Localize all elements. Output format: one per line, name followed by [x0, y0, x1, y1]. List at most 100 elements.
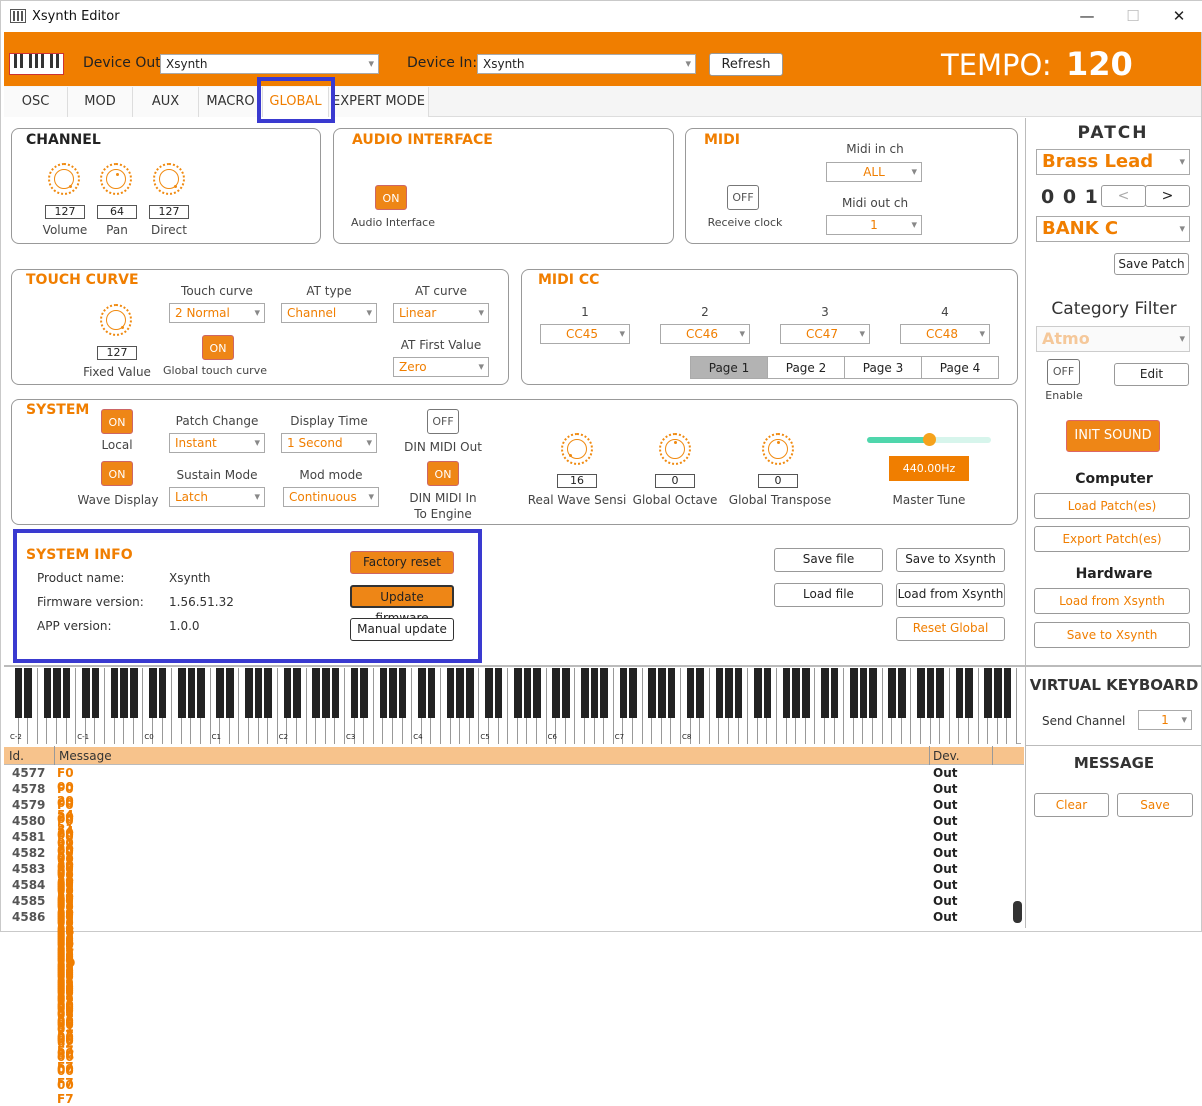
black-key[interactable]: [869, 668, 877, 718]
cc-4-select[interactable]: CC48: [900, 324, 990, 344]
tab-osc[interactable]: OSC: [4, 87, 68, 117]
save-messages-button[interactable]: Save: [1117, 793, 1193, 817]
black-key[interactable]: [888, 668, 897, 718]
black-key[interactable]: [264, 668, 273, 718]
direct-knob[interactable]: [153, 163, 185, 195]
black-key[interactable]: [725, 668, 733, 718]
load-patches-button[interactable]: Load Patch(es): [1034, 493, 1190, 519]
save-patch-button[interactable]: Save Patch: [1114, 253, 1189, 275]
black-key[interactable]: [91, 668, 100, 718]
din-midi-out-toggle[interactable]: OFF: [427, 409, 459, 434]
black-key[interactable]: [293, 668, 301, 718]
black-key[interactable]: [552, 668, 561, 718]
black-key[interactable]: [494, 668, 503, 718]
black-key[interactable]: [187, 668, 196, 718]
factory-reset-button[interactable]: Factory reset: [350, 551, 454, 574]
black-key[interactable]: [984, 668, 993, 718]
send-channel-select[interactable]: 1: [1138, 710, 1192, 730]
display-time-select[interactable]: 1 Second: [281, 433, 377, 453]
black-key[interactable]: [120, 668, 129, 718]
page-3-button[interactable]: Page 3: [844, 356, 922, 379]
black-key[interactable]: [657, 668, 666, 718]
black-key[interactable]: [53, 668, 61, 718]
receive-clock-toggle[interactable]: OFF: [727, 185, 759, 210]
din-midi-in-toggle[interactable]: ON: [427, 461, 459, 486]
black-key[interactable]: [600, 668, 609, 718]
pan-value[interactable]: 64: [97, 205, 137, 219]
black-key[interactable]: [859, 668, 868, 718]
export-patches-button[interactable]: Export Patch(es): [1034, 526, 1190, 552]
at-type-select[interactable]: Channel: [281, 303, 377, 323]
prev-patch-button[interactable]: <: [1101, 185, 1146, 207]
next-patch-button[interactable]: >: [1145, 185, 1190, 207]
black-key[interactable]: [398, 668, 407, 718]
patch-change-select[interactable]: Instant: [169, 433, 265, 453]
black-key[interactable]: [561, 668, 570, 718]
global-octave-value[interactable]: 0: [655, 474, 695, 488]
black-key[interactable]: [456, 668, 465, 718]
black-key[interactable]: [379, 668, 388, 718]
black-key[interactable]: [360, 668, 369, 718]
black-key[interactable]: [993, 668, 1002, 718]
wave-display-toggle[interactable]: ON: [101, 461, 133, 486]
fixed-value-knob[interactable]: [100, 304, 132, 336]
manual-update-button[interactable]: Manual update: [350, 618, 454, 641]
save-to-xsynth-button[interactable]: Save to Xsynth: [896, 548, 1005, 572]
fixed-value[interactable]: 127: [97, 346, 137, 360]
mod-mode-select[interactable]: Continuous: [283, 487, 379, 507]
global-transpose-knob[interactable]: [762, 433, 794, 465]
tab-macro[interactable]: MACRO: [199, 87, 263, 117]
hardware-save-button[interactable]: Save to Xsynth: [1034, 622, 1190, 648]
black-key[interactable]: [648, 668, 657, 718]
real-wave-sensi-value[interactable]: 16: [557, 474, 597, 488]
black-key[interactable]: [254, 668, 263, 718]
save-file-button[interactable]: Save file: [774, 548, 883, 572]
close-button[interactable]: ✕: [1167, 5, 1191, 27]
black-key[interactable]: [715, 668, 724, 718]
black-key[interactable]: [686, 668, 695, 718]
black-key[interactable]: [849, 668, 858, 718]
black-key[interactable]: [321, 668, 330, 718]
tab-mod[interactable]: MOD: [68, 87, 133, 117]
black-key[interactable]: [14, 668, 23, 718]
black-key[interactable]: [158, 668, 167, 718]
page-1-button[interactable]: Page 1: [690, 356, 768, 379]
black-key[interactable]: [446, 668, 455, 718]
touch-curve-select[interactable]: 2 Normal: [169, 303, 265, 323]
category-filter-select[interactable]: Atmo: [1036, 326, 1190, 352]
direct-value[interactable]: 127: [149, 205, 189, 219]
message-scrollbar[interactable]: [1013, 901, 1022, 923]
global-transpose-value[interactable]: 0: [758, 474, 798, 488]
black-key[interactable]: [110, 668, 119, 718]
black-key[interactable]: [667, 668, 676, 718]
black-key[interactable]: [245, 668, 253, 718]
black-key[interactable]: [331, 668, 340, 718]
black-key[interactable]: [926, 668, 935, 718]
black-key[interactable]: [801, 668, 810, 718]
black-key[interactable]: [763, 668, 772, 718]
page-4-button[interactable]: Page 4: [921, 356, 999, 379]
category-enable-toggle[interactable]: OFF: [1047, 359, 1080, 385]
black-key[interactable]: [753, 668, 762, 718]
black-key[interactable]: [936, 668, 945, 718]
black-key[interactable]: [792, 668, 801, 718]
page-2-button[interactable]: Page 2: [767, 356, 845, 379]
black-key[interactable]: [619, 668, 628, 718]
black-key[interactable]: [955, 668, 964, 718]
cc-1-select[interactable]: CC45: [540, 324, 630, 344]
master-tune-value[interactable]: 440.00Hz: [889, 456, 969, 481]
pan-knob[interactable]: [100, 163, 132, 195]
black-key[interactable]: [917, 668, 925, 718]
real-wave-sensi-knob[interactable]: [561, 433, 593, 465]
bank-select[interactable]: BANK C: [1036, 216, 1190, 242]
local-toggle[interactable]: ON: [101, 409, 133, 434]
black-key[interactable]: [389, 668, 397, 718]
black-key[interactable]: [312, 668, 321, 718]
black-key[interactable]: [62, 668, 71, 718]
black-key[interactable]: [1003, 668, 1012, 718]
device-out-select[interactable]: Xsynth: [160, 54, 379, 74]
audio-interface-toggle[interactable]: ON: [375, 185, 407, 210]
black-key[interactable]: [782, 668, 791, 718]
black-key[interactable]: [149, 668, 157, 718]
device-in-select[interactable]: Xsynth: [477, 54, 696, 74]
